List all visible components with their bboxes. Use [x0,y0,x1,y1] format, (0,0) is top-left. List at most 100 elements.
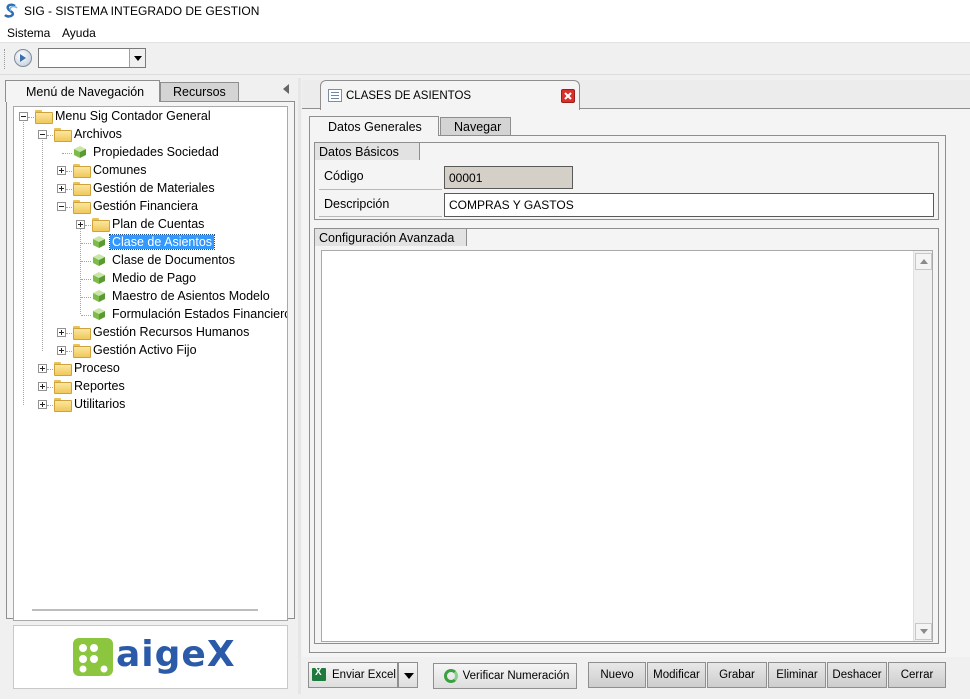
folder-icon [73,344,91,358]
tab-navegar[interactable]: Navegar [440,117,511,135]
codigo-field[interactable]: 00001 [444,166,573,189]
close-icon [564,92,572,100]
tree-expander-rrhh[interactable] [57,328,66,337]
tree-line [62,153,72,154]
logo-panel: aigeX [13,625,288,689]
app-logo-icon [4,3,18,18]
tab-datos-generales-label: Datos Generales [328,120,422,134]
tree-node-label: Propiedades Sociedad [93,145,219,159]
form-icon [328,89,342,102]
tab-navegar-label: Navegar [454,120,502,134]
tree-expander-plan[interactable] [76,220,85,229]
tree-node-label: Utilitarios [74,397,126,411]
tree-node-label: Clase de Documentos [112,253,235,267]
run-button[interactable] [14,49,32,67]
chevron-down-icon [134,56,142,61]
tree-expander-comunes[interactable] [57,166,66,175]
tree-line [85,225,91,226]
refresh-icon [444,669,458,683]
tree-expander-activo[interactable] [57,346,66,355]
tree-expander-proceso[interactable] [38,364,47,373]
tree-line [66,171,72,172]
tree-line [80,228,81,314]
tree-horizontal-scrollbar[interactable] [32,609,258,611]
folder-icon [73,182,91,196]
scroll-down-button[interactable] [915,623,932,640]
document-tab-label: CLASES DE ASIENTOS [346,90,472,102]
tree-line [66,189,72,190]
combo-dropdown-button[interactable] [129,49,145,67]
tab-menu-navegacion-label: Menú de Navegación [26,85,145,99]
folder-icon [54,362,72,376]
tree-node-label: Clase de Asientos [108,234,216,250]
folder-icon [73,200,91,214]
tree-node-label: Medio de Pago [112,271,197,285]
modificar-button[interactable]: Modificar [647,662,706,688]
tree-line [81,315,91,316]
tab-recursos[interactable]: Recursos [155,82,239,101]
configuracion-avanzada-title: Configuración Avanzada [314,228,467,246]
folder-icon [35,110,53,124]
cube-icon [93,308,105,320]
row-divider [319,216,442,217]
toolbar-combo[interactable] [38,48,146,68]
tree-node-label: Gestión Financiera [93,199,198,213]
logo-text: aigeX [116,634,236,675]
scroll-up-button[interactable] [915,253,932,270]
collapse-pane-icon[interactable] [283,84,289,94]
folder-icon [54,380,72,394]
tree-node-formulacion[interactable]: Formulación Estados Financieros [110,305,287,323]
config-vertical-scrollbar[interactable] [913,251,932,641]
tree-node-label: Gestión Activo Fijo [93,343,197,357]
tab-recursos-label: Recursos [173,85,226,99]
tree-line [47,405,53,406]
aigex-logo-icon [73,638,113,676]
cube-icon [93,272,105,284]
tree-expander-utilitarios[interactable] [38,400,47,409]
play-icon [20,54,26,62]
tree-line [81,261,91,262]
grabar-button[interactable]: Grabar [707,662,767,688]
tree-node-label: Comunes [93,163,147,177]
cube-icon [93,236,105,248]
deshacer-button[interactable]: Deshacer [827,662,887,688]
descripcion-field[interactable]: COMPRAS Y GASTOS [444,193,934,217]
nuevo-button[interactable]: Nuevo [588,662,646,688]
tree-expander-financiera[interactable] [57,202,66,211]
enviar-excel-dropdown[interactable] [398,662,418,688]
folder-icon [73,326,91,340]
pane-splitter[interactable] [298,78,301,694]
tree-line [47,135,53,136]
tree-line [66,333,72,334]
tree-node-label: Reportes [74,379,125,393]
menu-ayuda[interactable]: Ayuda [62,26,96,40]
tab-menu-navegacion[interactable]: Menú de Navegación [5,80,160,102]
tree-expander-root[interactable] [19,112,28,121]
close-tab-button[interactable] [561,89,575,103]
tree-expander-materiales[interactable] [57,184,66,193]
folder-icon [54,128,72,142]
tree-line [28,117,34,118]
folder-icon [54,398,72,412]
eliminar-button[interactable]: Eliminar [768,662,826,688]
cerrar-button[interactable]: Cerrar [888,662,946,688]
tree-line [47,387,53,388]
cube-icon [74,146,86,158]
tree-node-label: Gestión de Materiales [93,181,215,195]
codigo-label: Código [324,169,364,183]
tree-line [81,297,91,298]
tree-expander-reportes[interactable] [38,382,47,391]
chevron-down-icon [920,629,928,634]
configuracion-avanzada-area[interactable] [321,250,933,642]
window-title: SIG - SISTEMA INTEGRADO DE GESTION [24,4,260,18]
tree-node-label: Formulación Estados Financieros [112,307,287,321]
tree-line [66,207,72,208]
menu-bar [0,22,970,43]
tree-line [47,369,53,370]
tree-node-label: Proceso [74,361,120,375]
tab-datos-generales[interactable]: Datos Generales [309,116,439,136]
tree-line [81,243,91,244]
menu-sistema[interactable]: Sistema [7,26,50,40]
tree-expander-archivos[interactable] [38,130,47,139]
toolbar-grip[interactable] [4,49,6,69]
